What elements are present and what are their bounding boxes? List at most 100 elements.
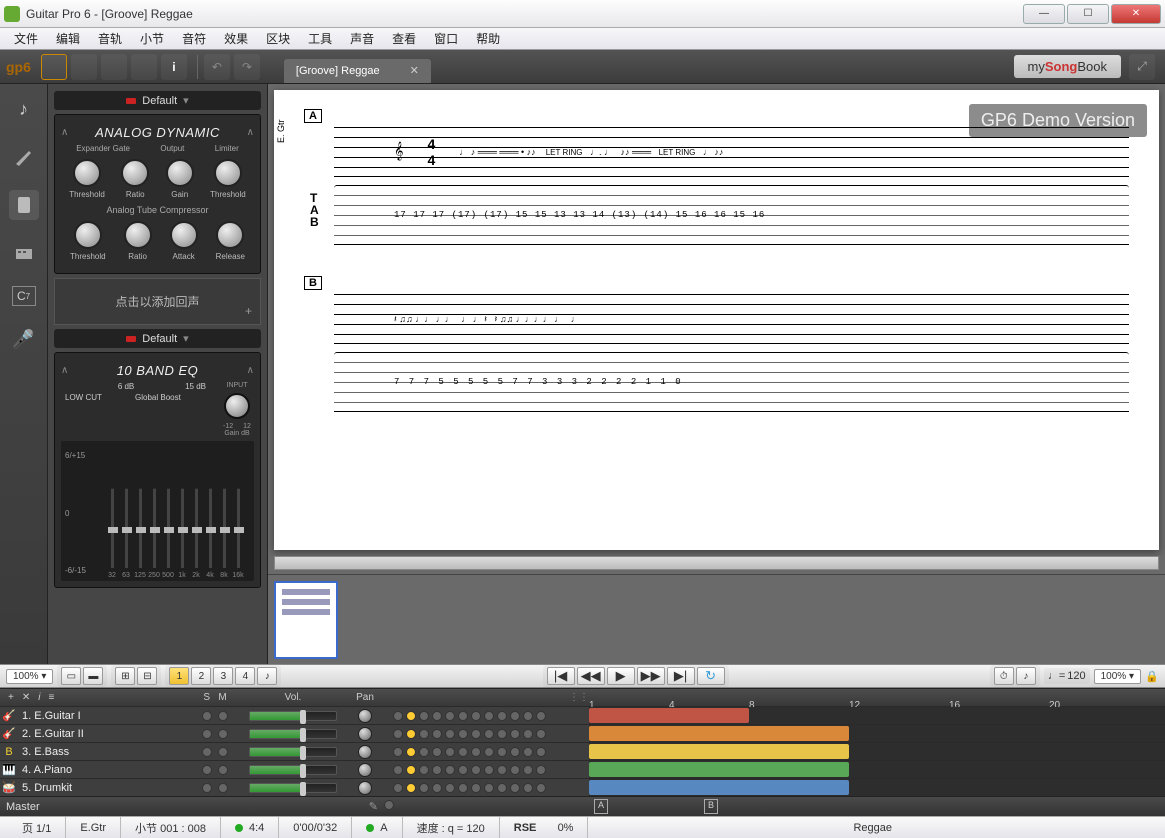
close-button[interactable]: ✕	[1111, 4, 1161, 24]
automation-dot[interactable]	[497, 711, 507, 721]
input-gain-knob[interactable]: INPUT -1212 Gain dB	[220, 382, 254, 437]
eq-band-2k[interactable]: 2k	[191, 447, 201, 579]
undo-button[interactable]: ↶	[204, 54, 230, 80]
knob-threshold[interactable]: Threshold	[69, 159, 105, 199]
play-button[interactable]: ▶	[607, 667, 635, 685]
voice-2[interactable]: 2	[191, 667, 211, 685]
mysongbook-button[interactable]: mySongBook	[1014, 55, 1121, 78]
automation-dot[interactable]	[497, 747, 507, 757]
automation-dot[interactable]	[406, 729, 416, 739]
voice-4[interactable]: 4	[235, 667, 255, 685]
tempo-display[interactable]: ♩= 120	[1044, 668, 1090, 684]
menu-小节[interactable]: 小节	[132, 28, 172, 49]
eq-band-4k[interactable]: 4k	[205, 447, 215, 579]
menu-窗口[interactable]: 窗口	[426, 28, 466, 49]
eq-band-8k[interactable]: 8k	[219, 447, 229, 579]
mute-button[interactable]	[218, 747, 228, 757]
redo-button[interactable]: ↷	[234, 54, 260, 80]
maximize-button[interactable]: ☐	[1067, 4, 1109, 24]
track-row[interactable]: 🎸1. E.Guitar I	[0, 706, 1165, 724]
forward-button[interactable]: ▶▶	[637, 667, 665, 685]
automation-dot[interactable]	[445, 711, 455, 721]
automation-dot[interactable]	[393, 783, 403, 793]
master-fx-dot[interactable]	[384, 800, 394, 810]
track-row[interactable]: B3. E.Bass	[0, 742, 1165, 760]
pan-knob[interactable]	[358, 781, 372, 795]
automation-dot[interactable]	[471, 747, 481, 757]
automation-dot[interactable]	[536, 711, 546, 721]
automation-dot[interactable]	[419, 711, 429, 721]
last-button[interactable]: ▶|	[667, 667, 695, 685]
automation-dot[interactable]	[458, 747, 468, 757]
notation-staff[interactable]: 𝄽 ♫♫ ♩♩ ♩♩ ♩ ♩ 𝄽 𝄽 ♫♫ ♩♩♩♩ ♩ ♩	[334, 294, 1129, 344]
eq-band-63[interactable]: 63	[121, 447, 131, 579]
menu-工具[interactable]: 工具	[300, 28, 340, 49]
track-clip[interactable]	[589, 744, 849, 759]
knob-threshold[interactable]: Threshold	[70, 221, 106, 261]
pan-knob[interactable]	[358, 709, 372, 723]
tab-staff[interactable]: 7 7 7 5 5 5 5 5 7 7 3 3 3 2 2 2 2 1 1 0	[334, 352, 1129, 412]
track-clip[interactable]	[589, 762, 849, 777]
solo-button[interactable]	[202, 765, 212, 775]
knob-gain[interactable]: Gain	[166, 159, 194, 199]
automation-dot[interactable]	[458, 711, 468, 721]
automation-dot[interactable]	[458, 783, 468, 793]
view-mode-1[interactable]: ⊞	[115, 667, 135, 685]
automation-dot[interactable]	[484, 711, 494, 721]
eq-band-125[interactable]: 125	[135, 447, 145, 579]
automation-dot[interactable]	[523, 783, 533, 793]
automation-dot[interactable]	[406, 783, 416, 793]
track-clip[interactable]	[589, 726, 849, 741]
knob-release[interactable]: Release	[216, 221, 245, 261]
automation-dot[interactable]	[523, 747, 533, 757]
track-clip[interactable]	[589, 708, 749, 723]
automation-dot[interactable]	[419, 783, 429, 793]
knob-ratio[interactable]: Ratio	[121, 159, 149, 199]
metronome-button[interactable]: ⏱	[994, 667, 1014, 685]
automation-dot[interactable]	[393, 765, 403, 775]
rewind-button[interactable]: ◀◀	[577, 667, 605, 685]
automation-dot[interactable]	[484, 747, 494, 757]
menu-音符[interactable]: 音符	[174, 28, 214, 49]
automation-dot[interactable]	[419, 747, 429, 757]
automation-dot[interactable]	[432, 729, 442, 739]
voice-1[interactable]: 1	[169, 667, 189, 685]
automation-dot[interactable]	[484, 729, 494, 739]
track-row[interactable]: 🥁5. Drumkit	[0, 778, 1165, 796]
eq-band-500[interactable]: 500	[163, 447, 173, 579]
automation-dot[interactable]	[471, 765, 481, 775]
note-tool[interactable]: ♪	[9, 94, 39, 124]
lock-icon[interactable]: 🔒	[1145, 670, 1159, 683]
remove-track-icon[interactable]: ✕	[22, 692, 30, 703]
master-edit-icon[interactable]: ✎	[369, 800, 378, 813]
volume-slider[interactable]	[249, 729, 337, 739]
knob-attack[interactable]: Attack	[170, 221, 198, 261]
automation-dot[interactable]	[510, 747, 520, 757]
automation-dot[interactable]	[445, 729, 455, 739]
solo-button[interactable]	[202, 747, 212, 757]
scroll-layout-button[interactable]: ▬	[83, 667, 103, 685]
solo-button[interactable]	[202, 729, 212, 739]
eq-band-1k[interactable]: 1k	[177, 447, 187, 579]
automation-dot[interactable]	[458, 729, 468, 739]
automation-dot[interactable]	[419, 729, 429, 739]
automation-dot[interactable]	[510, 783, 520, 793]
print-button[interactable]	[131, 54, 157, 80]
automation-dot[interactable]	[445, 747, 455, 757]
track-row[interactable]: 🎸2. E.Guitar II	[0, 724, 1165, 742]
add-echo-button[interactable]: 点击以添加回声 +	[54, 278, 261, 325]
automation-dot[interactable]	[497, 729, 507, 739]
preset-selector-2[interactable]: Default ▾	[54, 329, 261, 348]
open-file-button[interactable]	[71, 54, 97, 80]
menu-区块[interactable]: 区块	[258, 28, 298, 49]
marker-a[interactable]: A	[594, 799, 608, 814]
automation-dot[interactable]	[393, 747, 403, 757]
automation-dot[interactable]	[523, 765, 533, 775]
voice-3[interactable]: 3	[213, 667, 233, 685]
menu-效果[interactable]: 效果	[216, 28, 256, 49]
automation-dot[interactable]	[510, 729, 520, 739]
automation-dot[interactable]	[432, 783, 442, 793]
mic-tool[interactable]: 🎤	[9, 324, 39, 354]
tab-staff[interactable]: TAB 17 17 17 (17) (17) 15 15 13 13 14 (1…	[334, 185, 1129, 245]
new-file-button[interactable]	[41, 54, 67, 80]
